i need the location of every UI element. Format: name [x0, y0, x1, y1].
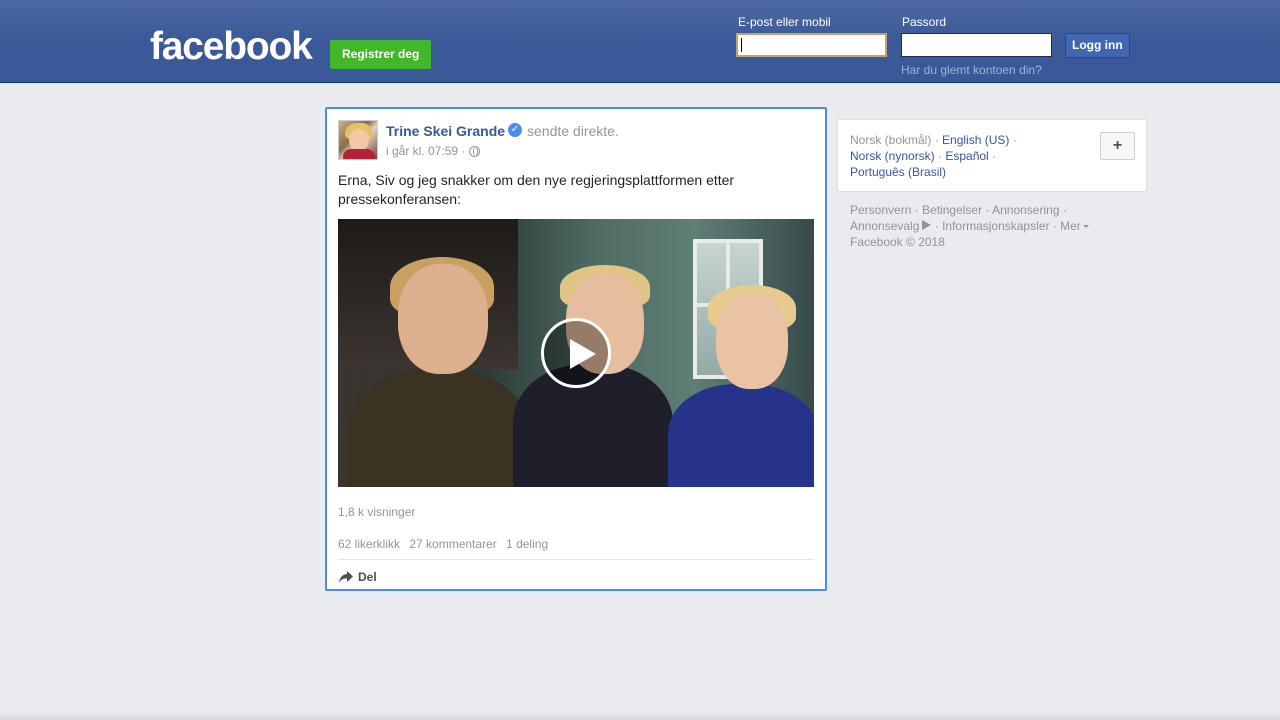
bottom-shadow	[0, 712, 1280, 720]
password-field[interactable]	[901, 33, 1052, 57]
play-icon[interactable]	[541, 318, 611, 388]
footer-advertising-link[interactable]: Annonsering	[992, 203, 1059, 217]
language-portugues-brasil[interactable]: Português (Brasil)	[850, 165, 946, 179]
share-label: Del	[358, 570, 377, 584]
post-action-text: sendte direkte.	[527, 123, 619, 139]
video-player[interactable]	[338, 219, 814, 487]
copyright-text: Facebook © 2018	[850, 235, 945, 249]
login-button[interactable]: Logg inn	[1065, 33, 1130, 58]
language-norsk-nynorsk[interactable]: Norsk (nynorsk)	[850, 149, 935, 163]
adchoices-icon	[922, 220, 932, 230]
globe-icon[interactable]	[469, 146, 480, 157]
add-language-button[interactable]: +	[1100, 132, 1135, 160]
comments-count-link[interactable]: 27 kommentarer	[409, 537, 496, 551]
share-arrow-icon	[339, 571, 353, 583]
forgot-account-link[interactable]: Har du glemt kontoen din?	[901, 63, 1042, 77]
email-label: E-post eller mobil	[738, 15, 831, 29]
text-cursor	[741, 38, 742, 52]
footer-more-link[interactable]: Mer	[1060, 219, 1081, 233]
email-field[interactable]	[736, 33, 887, 57]
footer-links: Personvern · Betingelser · Annonsering ·…	[850, 202, 1140, 250]
post-divider	[338, 559, 814, 560]
language-espanol[interactable]: Español	[945, 149, 988, 163]
top-navigation-bar: facebook Registrer deg E-post eller mobi…	[0, 0, 1280, 83]
language-current: Norsk (bokmål)	[850, 133, 932, 147]
chevron-down-icon	[1082, 225, 1089, 229]
footer-cookies-link[interactable]: Informasjonskapsler	[942, 219, 1049, 233]
video-post: Trine Skei Grande ✓ sendte direkte. i gå…	[325, 107, 827, 591]
footer-terms-link[interactable]: Betingelser	[922, 203, 982, 217]
footer-adchoices-link[interactable]: Annonsevalg	[850, 219, 919, 233]
shares-count-link[interactable]: 1 deling	[506, 537, 548, 551]
likes-count-link[interactable]: 62 likerklikk	[338, 537, 400, 551]
post-stats: 62 likerklikk 27 kommentarer 1 deling	[338, 537, 554, 551]
view-count: 1,8 k visninger	[338, 505, 416, 519]
language-selector: Norsk (bokmål) · English (US) · Norsk (n…	[837, 119, 1147, 192]
post-timestamp[interactable]: i går kl. 07:59 ·	[386, 144, 465, 158]
verified-badge-icon: ✓	[508, 123, 522, 137]
post-text: Erna, Siv og jeg snakker om den nye regj…	[338, 172, 735, 207]
share-button[interactable]: Del	[338, 568, 377, 586]
language-list: Norsk (bokmål) · English (US) · Norsk (n…	[850, 133, 1017, 179]
language-english-us[interactable]: English (US)	[942, 133, 1009, 147]
author-avatar[interactable]	[338, 120, 378, 160]
register-button[interactable]: Registrer deg	[330, 40, 432, 69]
footer-privacy-link[interactable]: Personvern	[850, 203, 911, 217]
author-name-link[interactable]: Trine Skei Grande	[386, 123, 505, 139]
facebook-logo[interactable]: facebook	[150, 26, 313, 68]
password-label: Passord	[902, 15, 947, 29]
